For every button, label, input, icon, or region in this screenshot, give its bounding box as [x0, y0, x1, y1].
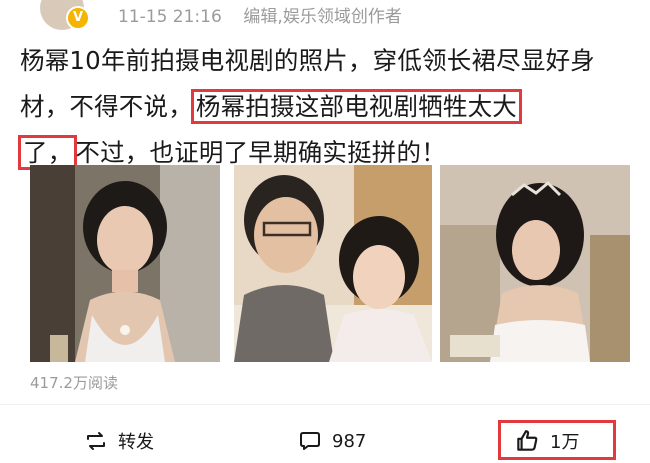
photo-grid	[30, 165, 630, 362]
post-body: 杨幂10年前拍摄电视剧的照片，穿低领长裙尽显好身材，不得不说， 杨幂拍摄这部电视剧…	[18, 38, 642, 176]
like-count: 1万	[550, 432, 580, 453]
divider	[0, 404, 650, 405]
repost-button[interactable]: 转发	[84, 424, 154, 458]
post-text-part2: 不过，也证明了早期确实挺拼的！	[75, 138, 446, 167]
like-button[interactable]: 1万	[514, 424, 579, 458]
author-tag: 编辑,娱乐领域创作者	[243, 7, 402, 27]
comment-button[interactable]: 987	[298, 424, 366, 458]
post-meta-text: 11-15 21:16 编辑,娱乐领域创作者	[118, 2, 402, 27]
comment-icon	[300, 432, 320, 450]
repost-label: 转发	[118, 432, 154, 453]
post-meta-row: V 11-15 21:16 编辑,娱乐领域创作者	[0, 0, 650, 30]
post-text-highlight-1: 杨幂拍摄这部电视剧牺牲太大	[190, 89, 523, 124]
photo-2[interactable]	[234, 165, 432, 362]
photo-3[interactable]	[440, 165, 630, 362]
photo-1[interactable]	[30, 165, 220, 362]
post-timestamp: 11-15 21:16	[118, 7, 222, 27]
repost-icon	[87, 432, 105, 450]
thumbs-up-icon	[517, 430, 538, 451]
verified-badge-icon: V	[66, 6, 90, 30]
comment-count: 987	[332, 430, 367, 452]
read-count: 417.2万阅读	[30, 374, 118, 392]
